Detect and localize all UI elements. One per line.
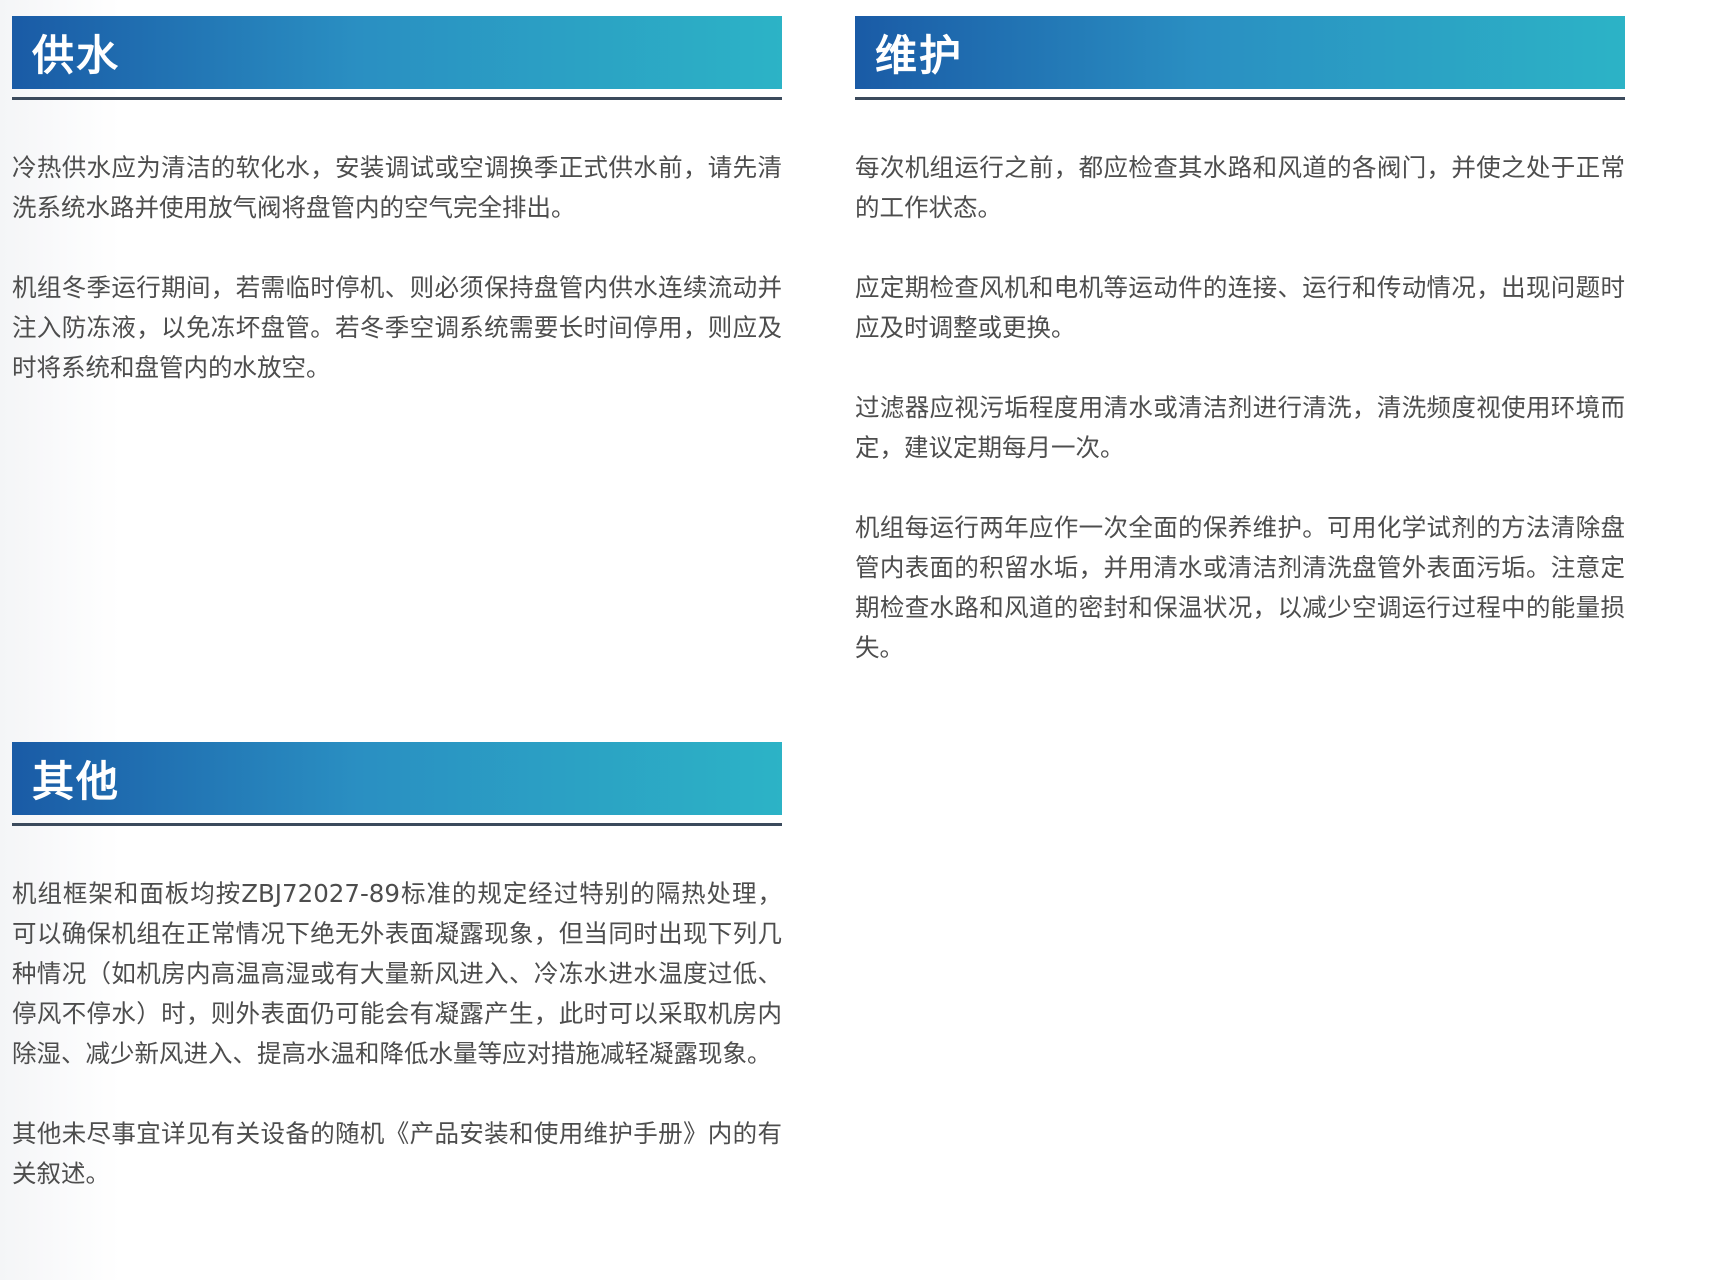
paragraph: 机组每运行两年应作一次全面的保养维护。可用化学试剂的方法清除盘管内表面的积留水垢…	[855, 513, 1625, 662]
section-body: 冷热供水应为清洁的软化水，安装调试或空调换季正式供水前，请先清洗系统水路并使用放…	[12, 148, 782, 388]
paragraph: 机组冬季运行期间，若需临时停机、则必须保持盘管内供水连续流动并注入防冻液，以免冻…	[12, 273, 782, 382]
section-header-water-supply: 供水	[12, 16, 782, 89]
section-title: 维护	[875, 31, 964, 80]
paragraph: 机组框架和面板均按ZBJ72027-89标准的规定经过特别的隔热处理，可以确保机…	[12, 879, 782, 1068]
paragraph: 应定期检查风机和电机等运动件的连接、运行和传动情况，出现问题时应及时调整或更换。	[855, 273, 1625, 342]
section-title: 供水	[32, 31, 121, 80]
section-title: 其他	[32, 757, 121, 806]
section-divider	[12, 97, 782, 100]
paragraph: 每次机组运行之前，都应检查其水路和风道的各阀门，并使之处于正常的工作状态。	[855, 153, 1625, 222]
section-divider	[12, 823, 782, 826]
section-maintenance: 维护 每次机组运行之前，都应检查其水路和风道的各阀门，并使之处于正常的工作状态。…	[855, 16, 1625, 708]
section-header-maintenance: 维护	[855, 16, 1625, 89]
paragraph: 过滤器应视污垢程度用清水或清洁剂进行清洗，清洗频度视使用环境而定，建议定期每月一…	[855, 393, 1625, 462]
section-header-other: 其他	[12, 742, 782, 815]
section-other: 其他 机组框架和面板均按ZBJ72027-89标准的规定经过特别的隔热处理，可以…	[12, 742, 782, 1234]
paragraph: 冷热供水应为清洁的软化水，安装调试或空调换季正式供水前，请先清洗系统水路并使用放…	[12, 153, 782, 222]
section-body: 每次机组运行之前，都应检查其水路和风道的各阀门，并使之处于正常的工作状态。 应定…	[855, 148, 1625, 668]
section-divider	[855, 97, 1625, 100]
section-body: 机组框架和面板均按ZBJ72027-89标准的规定经过特别的隔热处理，可以确保机…	[12, 874, 782, 1194]
section-water-supply: 供水 冷热供水应为清洁的软化水，安装调试或空调换季正式供水前，请先清洗系统水路并…	[12, 16, 782, 428]
paragraph: 其他未尽事宜详见有关设备的随机《产品安装和使用维护手册》内的有关叙述。	[12, 1119, 782, 1188]
